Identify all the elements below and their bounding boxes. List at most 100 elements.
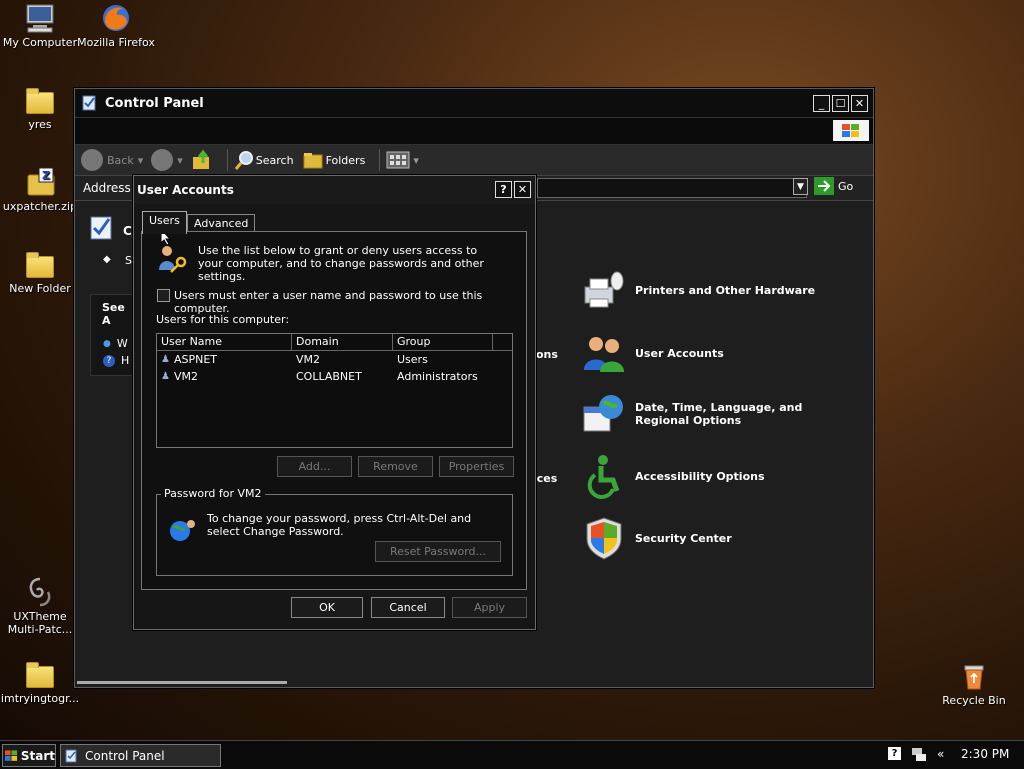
help-button[interactable]: ? (495, 181, 512, 198)
control-panel-large-icon (90, 216, 112, 240)
up-folder-button[interactable] (191, 149, 213, 171)
up-folder-icon (192, 149, 209, 169)
dropdown-arrow-icon: ▾ (177, 153, 183, 167)
menu-bar (75, 117, 873, 145)
show-hidden-icons-button[interactable]: « (937, 747, 944, 761)
cell-domain: COLLABNET (296, 370, 362, 383)
control-panel-icon (82, 95, 96, 111)
clock: 2:30 PM (961, 747, 1010, 761)
category-user-accounts[interactable]: User Accounts (581, 330, 724, 376)
desktop-icon-new-folder[interactable]: New Folder (0, 250, 80, 295)
column-header-group[interactable]: Group (393, 334, 493, 350)
apply-button[interactable]: Apply (452, 597, 527, 618)
password-instructions: To change your password, press Ctrl-Alt-… (207, 512, 472, 538)
desktop-icon-uxpatcher[interactable]: Z uxpatcher.zip (0, 166, 80, 213)
require-login-label: Users must enter a user name and passwor… (174, 289, 483, 315)
folders-icon (303, 153, 323, 169)
see-also-item-help[interactable]: ? H (103, 354, 136, 367)
window-titlebar[interactable]: Control Panel _ ☐ ✕ (75, 89, 873, 117)
help-tray-icon[interactable]: ? (888, 747, 901, 760)
address-label: Address (83, 181, 131, 195)
user-keys-icon (159, 246, 187, 273)
taskbar-item-control-panel[interactable]: Control Panel (60, 744, 221, 767)
category-label-partial[interactable]: ons (536, 348, 558, 361)
dropdown-arrow-icon: ▾ (413, 153, 419, 167)
desktop-icon-firefox[interactable]: Mozilla Firefox (76, 2, 156, 49)
network-tray-icon[interactable] (910, 746, 928, 762)
column-header-user-name[interactable]: User Name (157, 334, 292, 350)
dialog-titlebar[interactable]: User Accounts ? ✕ (134, 176, 535, 204)
user-icon: ♟ (161, 354, 170, 365)
users-list-label: Users for this computer: (156, 313, 290, 326)
taskbar-item-label: Control Panel (85, 748, 165, 763)
minimize-button[interactable]: _ (813, 94, 830, 112)
globe-user-icon (170, 520, 195, 541)
back-arrow-icon (81, 149, 103, 171)
category-label-partial[interactable]: ices (533, 472, 557, 485)
desktop-icon-recycle-bin[interactable]: Recycle Bin (934, 660, 1014, 707)
taskbar: Start Control Panel ? « 2:30 PM (0, 740, 1024, 769)
category-accessibility[interactable]: Accessibility Options (581, 453, 765, 499)
close-button[interactable]: ✕ (851, 94, 868, 112)
calendar-globe-icon (583, 395, 623, 432)
cancel-button[interactable]: Cancel (371, 597, 445, 618)
go-button[interactable]: Go (814, 177, 853, 195)
folder-icon (26, 662, 54, 688)
category-security-center[interactable]: Security Center (581, 515, 732, 561)
cell-user-name: VM2 (173, 370, 198, 383)
cell-group: Administrators (397, 370, 478, 383)
users-listview[interactable]: User Name Domain Group ♟ ASPNET VM2 User… (156, 333, 513, 448)
category-date-time[interactable]: Date, Time, Language, and Regional Optio… (581, 391, 845, 437)
column-header-filler (493, 334, 512, 350)
users-tab-panel: Use the list below to grant or deny user… (141, 231, 527, 590)
desktop-icon-imtrying[interactable]: imtryingtogr... (0, 660, 80, 705)
go-arrow-icon (814, 177, 834, 195)
start-button[interactable]: Start (2, 744, 56, 767)
column-header-domain[interactable]: Domain (292, 334, 393, 350)
control-panel-icon (65, 749, 77, 762)
desktop-icon-yres[interactable]: yres (0, 86, 80, 131)
folder-icon (26, 88, 54, 114)
toolbar-separator (379, 149, 381, 171)
toolbar: Back ▾ ▾ Search Folders ▾ (75, 145, 873, 176)
require-login-checkbox[interactable] (157, 289, 170, 302)
remove-button[interactable]: Remove (358, 456, 433, 477)
reset-password-button[interactable]: Reset Password... (375, 541, 501, 562)
search-button[interactable]: Search (234, 149, 294, 171)
desktop-icon-uxtheme[interactable]: UXTheme Multi-Patc... (0, 576, 80, 636)
user-icon: ♟ (161, 371, 170, 382)
folders-button[interactable]: Folders (302, 150, 365, 170)
views-button[interactable]: ▾ (386, 150, 419, 170)
user-accounts-dialog: User Accounts ? ✕ Users Advanced Use the… (133, 175, 536, 630)
desktop-icon-label: New Folder (9, 282, 71, 295)
see-also-item-windows[interactable]: ● W (103, 337, 136, 350)
category-label: Security Center (635, 531, 732, 545)
address-dropdown-button[interactable]: ▼ (793, 178, 808, 195)
back-button[interactable]: Back ▾ (81, 149, 143, 171)
address-input[interactable] (537, 178, 807, 198)
category-printers[interactable]: Printers and Other Hardware (581, 267, 815, 313)
horizontal-scrollbar[interactable] (77, 681, 287, 684)
forward-button[interactable]: ▾ (151, 149, 183, 171)
desktop-icon-label: My Computer (2, 36, 78, 49)
ok-button[interactable]: OK (291, 597, 363, 618)
windows-update-icon: ● (103, 338, 111, 349)
dialog-close-button[interactable]: ✕ (514, 181, 531, 198)
see-also-label: W (116, 337, 128, 350)
category-label: User Accounts (635, 346, 724, 360)
pane-title-partial: C (123, 224, 132, 238)
tab-users[interactable]: Users (142, 211, 187, 234)
accessibility-icon (587, 455, 620, 499)
add-button[interactable]: Add... (277, 456, 352, 477)
switch-view-partial[interactable]: S (125, 254, 132, 267)
table-row[interactable]: ♟ ASPNET VM2 Users (157, 351, 512, 368)
desktop-icon-label: Mozilla Firefox (77, 36, 155, 49)
properties-button[interactable]: Properties (439, 456, 514, 477)
table-row[interactable]: ♟ VM2 COLLABNET Administrators (157, 368, 512, 385)
desktop-icon-my-computer[interactable]: My Computer (0, 2, 80, 49)
desktop-icon-label: Recycle Bin (942, 694, 1006, 707)
maximize-button[interactable]: ☐ (832, 94, 849, 112)
search-icon (234, 151, 253, 170)
zip-folder-icon: Z (27, 167, 55, 196)
recycle-bin-icon (964, 665, 984, 690)
